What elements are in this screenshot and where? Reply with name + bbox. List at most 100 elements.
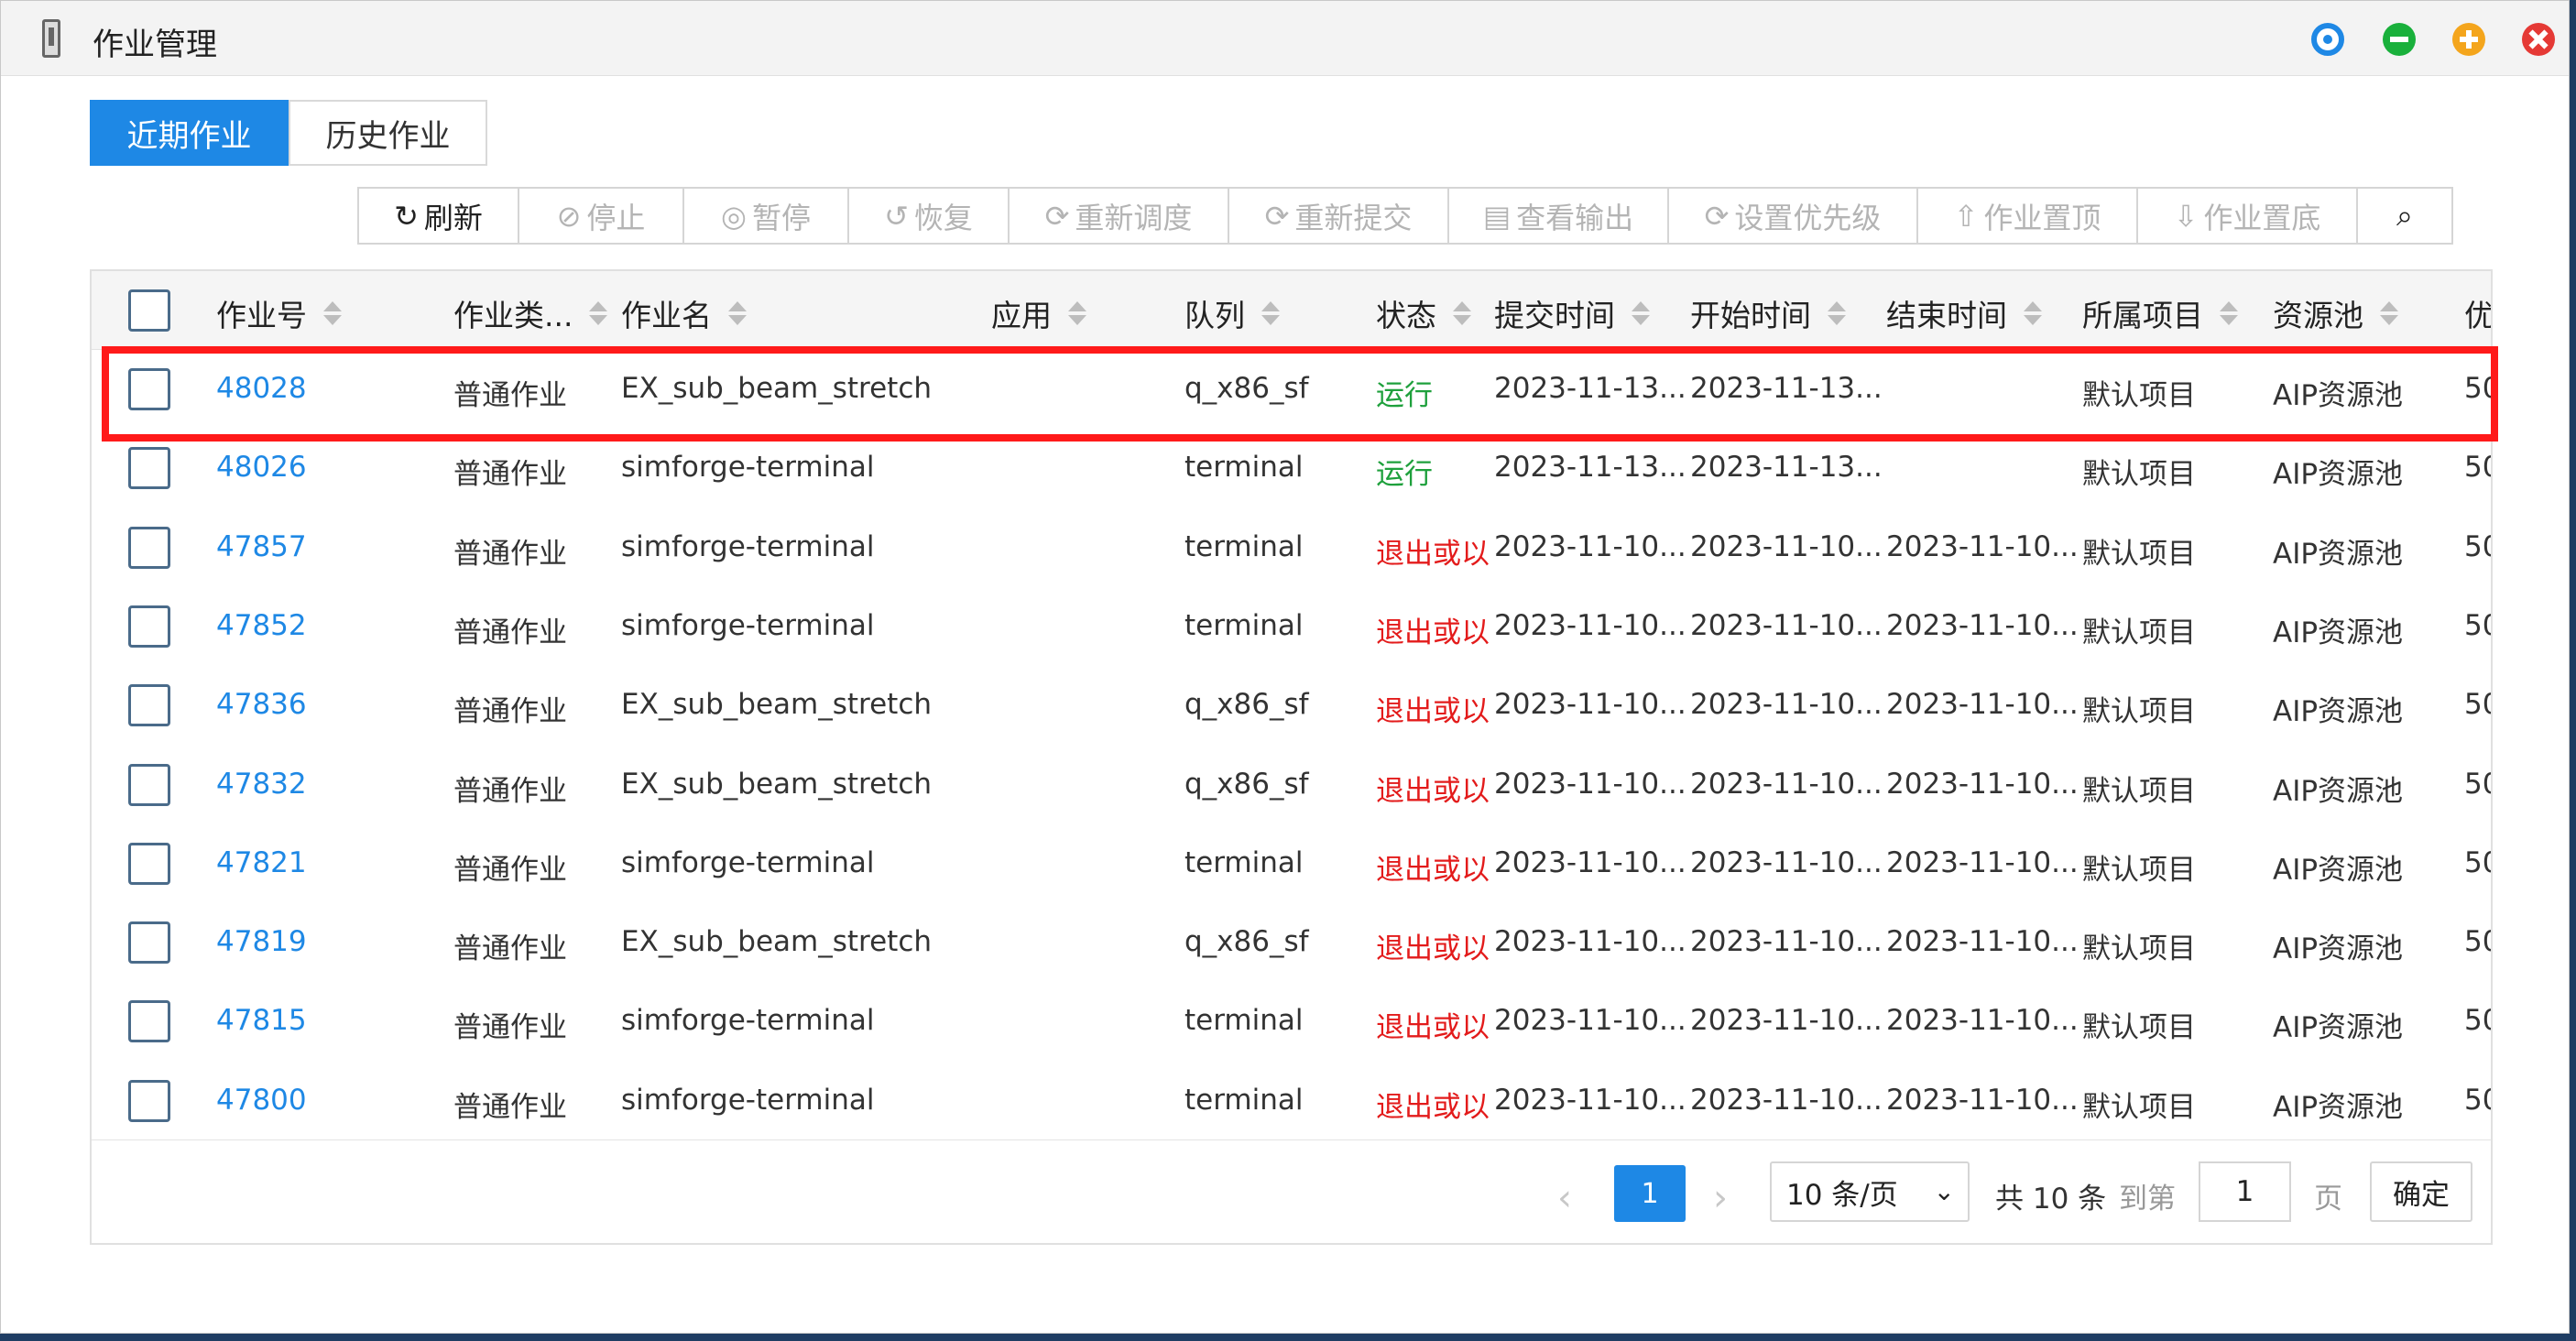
row-checkbox[interactable] [128,526,170,569]
sort-icon[interactable] [728,301,747,325]
cell-id[interactable]: 47832 [216,768,445,801]
cell-submit: 2023-11-13... [1494,372,1686,405]
cell-queue: q_x86_sf [1184,372,1309,405]
toolbar-button-reschedule[interactable]: ⟳ 重新调度 [1010,189,1229,243]
cell-end: 2023-11-10... [1886,1004,2079,1038]
sort-icon[interactable] [1632,301,1650,325]
row-checkbox[interactable] [128,684,170,727]
column-header[interactable]: 提交时间 [1494,291,1650,335]
table-row[interactable]: 48028 普通作业 EX_sub_beam_stretch q_x86_sf 运行 20… [92,350,2491,429]
cell-id[interactable]: 48028 [216,372,445,405]
maximize-button[interactable] [2452,23,2485,56]
toolbar-button-label: 作业置底 [2203,200,2321,235]
cell-submit: 2023-11-10... [1494,688,1686,722]
row-checkbox[interactable] [128,605,170,648]
confirm-button[interactable]: 确定 [2370,1161,2472,1222]
table-row[interactable]: 47819 普通作业 EX_sub_beam_stretch q_x86_sf 退出或以… [92,903,2491,982]
table-row[interactable]: 48026 普通作业 simforge-terminal terminal 运行 2023… [92,429,2491,507]
cell-queue: terminal [1184,608,1304,642]
cell-id[interactable]: 47852 [216,609,445,642]
sort-icon[interactable] [2024,301,2042,325]
row-checkbox[interactable] [128,447,170,490]
cell-name: simforge-terminal [621,1004,875,1038]
cell-submit: 2023-11-10... [1494,1083,1686,1117]
minimize-button[interactable] [2383,23,2416,56]
column-header[interactable]: 作业名 [621,291,747,335]
row-checkbox[interactable] [128,842,170,885]
toolbar-button-resubmit[interactable]: ⟳ 重新提交 [1229,189,1449,243]
cell-type: 普通作业 [453,774,567,808]
sort-icon[interactable] [1828,301,1846,325]
column-header[interactable]: 应用 [991,291,1086,335]
cell-id[interactable]: 47821 [216,846,445,879]
sort-icon[interactable] [589,301,608,325]
cell-name: simforge-terminal [621,608,875,642]
table-row[interactable]: 47815 普通作业 simforge-terminal terminal 退出或以 20… [92,982,2491,1061]
column-header[interactable]: 状态 [1376,291,1471,335]
cell-id[interactable]: 48026 [216,451,445,484]
toolbar-button-pause[interactable]: ◎ 暂停 [684,189,849,243]
toolbar-button-label: 重新调度 [1075,200,1193,235]
sort-icon[interactable] [2380,301,2398,325]
row-checkbox[interactable] [128,368,170,410]
cell-id[interactable]: 47800 [216,1084,445,1117]
prev-page-icon[interactable]: ‹ [1557,1177,1572,1219]
cell-id[interactable]: 47857 [216,530,445,563]
sort-icon[interactable] [1453,301,1471,325]
cell-type: 普通作业 [453,537,567,571]
column-header[interactable]: 优 [2464,291,2491,335]
toolbar-button-refresh[interactable]: ↻ 刷新 [359,189,519,243]
column-header[interactable]: 资源池 [2273,291,2398,335]
column-header[interactable]: 作业类... [453,291,608,335]
toolbar-button-resume[interactable]: ↺ 恢复 [849,189,1010,243]
cell-name: EX_sub_beam_stretch [621,925,933,959]
column-header[interactable]: 结束时间 [1886,291,2042,335]
next-page-icon[interactable]: › [1713,1177,1728,1219]
close-button[interactable] [2522,23,2555,56]
tab-recent-jobs[interactable]: 近期作业 [90,100,289,166]
column-header[interactable]: 开始时间 [1690,291,1846,335]
toolbar-button-label: 设置优先级 [1734,200,1882,235]
view-output-icon: ▤ [1482,198,1512,234]
toolbar-button-view-output[interactable]: ▤ 查看输出 [1449,189,1669,243]
table-row[interactable]: 47857 普通作业 simforge-terminal terminal 退出或以 20… [92,508,2491,587]
toolbar-button-label: 作业置顶 [1983,200,2101,235]
pin-window-button[interactable] [2311,23,2344,56]
cell-project: 默认项目 [2082,616,2196,649]
goto-page-input[interactable]: 1 [2199,1161,2291,1222]
toolbar-button-move-top[interactable]: ⇧ 作业置顶 [1918,189,2138,243]
cell-id[interactable]: 47836 [216,688,445,721]
sort-icon[interactable] [1068,301,1086,325]
sort-icon[interactable] [2220,301,2238,325]
table-row[interactable]: 47852 普通作业 simforge-terminal terminal 退出或以 20… [92,587,2491,666]
toolbar-button-stop[interactable]: ⊘ 停止 [519,189,684,243]
cell-pool: AIP资源池 [2273,537,2404,571]
tab-history-jobs[interactable]: 历史作业 [289,100,487,166]
row-checkbox[interactable] [128,921,170,965]
move-bottom-icon: ⇩ [2173,198,2199,234]
current-page-button[interactable]: 1 [1614,1165,1686,1222]
table-row[interactable]: 47836 普通作业 EX_sub_beam_stretch q_x86_sf 退出或以… [92,666,2491,745]
sort-icon[interactable] [323,301,342,325]
sort-icon[interactable] [1261,301,1280,325]
column-header[interactable]: 所属项目 [2082,291,2238,335]
toolbar-button-search[interactable]: ⌕ [2358,189,2451,243]
row-checkbox[interactable] [128,1079,170,1122]
cell-project: 默认项目 [2082,537,2196,571]
page-size-select[interactable]: 10 条/页 ⌄ [1770,1161,1970,1222]
cell-name: EX_sub_beam_stretch [621,688,933,722]
table-row[interactable]: 47821 普通作业 simforge-terminal terminal 退出或以 20… [92,824,2491,903]
cell-pool: AIP资源池 [2273,774,2404,808]
row-checkbox[interactable] [128,1000,170,1043]
toolbar-button-move-bottom[interactable]: ⇩ 作业置底 [2138,189,2358,243]
column-header[interactable]: 队列 [1184,291,1280,335]
cell-id[interactable]: 47815 [216,1004,445,1037]
toolbar-button-priority[interactable]: ⟳ 设置优先级 [1669,189,1918,243]
table-row[interactable]: 47832 普通作业 EX_sub_beam_stretch q_x86_sf 退出或以… [92,746,2491,824]
cell-pool: AIP资源池 [2273,853,2404,887]
select-all-checkbox[interactable] [128,289,170,332]
row-checkbox[interactable] [128,763,170,806]
table-row[interactable]: 47800 普通作业 simforge-terminal terminal 退出或以 20… [92,1062,2491,1140]
column-header[interactable]: 作业号 [216,291,342,335]
cell-id[interactable]: 47819 [216,925,445,958]
